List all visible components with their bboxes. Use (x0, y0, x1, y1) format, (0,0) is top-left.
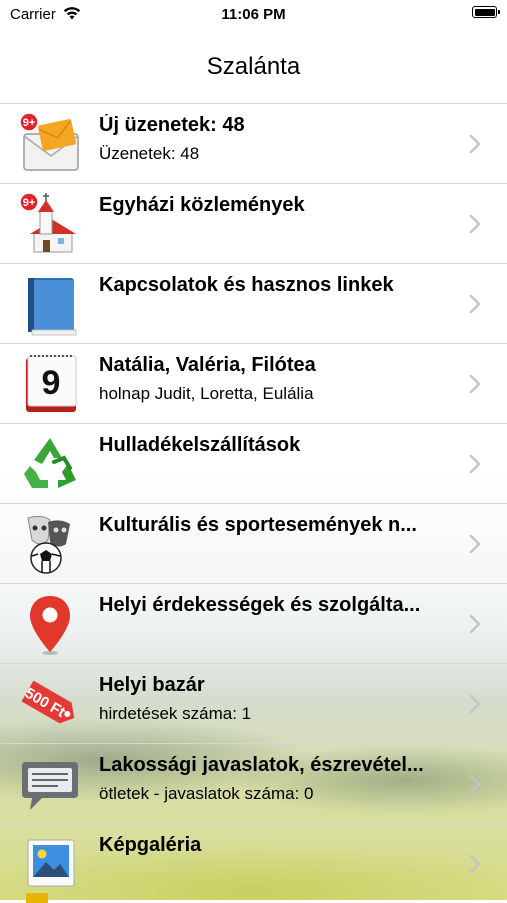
status-bar: Carrier 11:06 PM (0, 0, 507, 30)
list-item-title: Kulturális és sportesemények n... (99, 514, 417, 536)
list-item-subtitle: Üzenetek: 48 (99, 144, 200, 163)
price-tag-icon: 500 Ft (18, 672, 82, 736)
list-item-title: Helyi bazár (99, 674, 205, 696)
list-item-title: Hulladékelszállítások (99, 434, 301, 456)
recycle-icon (18, 432, 82, 496)
speech-bubble-icon (18, 752, 82, 816)
chevron-right-icon (469, 614, 481, 634)
chevron-right-icon (469, 854, 481, 874)
badge-count: 9+ (23, 197, 36, 209)
list-item-church-news[interactable]: 9+ Egyházi közlemények (0, 183, 507, 263)
list-item-title: Új üzenetek: 48 (99, 114, 245, 136)
chevron-right-icon (469, 214, 481, 234)
list-item-subtitle: hirdetések száma: 1 (99, 704, 252, 723)
calendar-day: 9 (42, 364, 61, 402)
list-item-culture-sport-events[interactable]: Kulturális és sportesemények n... (0, 503, 507, 583)
list-item-photo-gallery[interactable]: Képgaléria (0, 823, 507, 903)
mail-envelope-icon: 9+ (18, 112, 82, 176)
list-item-title: Képgaléria (99, 834, 202, 856)
chevron-right-icon (469, 534, 481, 554)
list-item-messages[interactable]: 9+ Új üzenetek: 48 Üzenetek: 48 (0, 103, 507, 183)
address-book-icon (18, 272, 82, 336)
list-item-subtitle: holnap Judit, Loretta, Eulália (99, 384, 314, 403)
chevron-right-icon (469, 374, 481, 394)
list-item-title: Kapcsolatok és hasznos linkek (99, 274, 394, 296)
list-item-contacts[interactable]: Kapcsolatok és hasznos linkek (0, 263, 507, 343)
list-item-title: Lakossági javaslatok, észrevétel... (99, 754, 424, 776)
calendar-icon: 9 (18, 352, 82, 416)
chevron-right-icon (469, 774, 481, 794)
menu-list: 9+ Új üzenetek: 48 Üzenetek: 48 9+ Egyhá… (0, 103, 507, 903)
list-item-title: Egyházi közlemények (99, 194, 305, 216)
chevron-right-icon (469, 694, 481, 714)
list-item-title: Helyi érdekességek és szolgálta... (99, 594, 421, 616)
list-item-name-days[interactable]: 9 Natália, Valéria, Filótea holnap Judit… (0, 343, 507, 423)
list-item-waste-collection[interactable]: Hulladékelszállítások (0, 423, 507, 503)
culture-sport-icon (18, 512, 82, 576)
photo-gallery-icon (18, 832, 82, 896)
list-item-local-points-of-interest[interactable]: Helyi érdekességek és szolgálta... (0, 583, 507, 663)
chevron-right-icon (469, 454, 481, 474)
list-item-subtitle: ötletek - javaslatok száma: 0 (99, 784, 314, 803)
list-item-resident-suggestions[interactable]: Lakossági javaslatok, észrevétel... ötle… (0, 743, 507, 823)
page-title: Szalánta (206, 53, 301, 80)
next-row-partial-icon (26, 893, 48, 903)
list-item-local-bazaar[interactable]: 500 Ft Helyi bazár hirdetések száma: 1 (0, 663, 507, 743)
battery-icon (472, 6, 500, 18)
chevron-right-icon (469, 134, 481, 154)
badge-count: 9+ (23, 117, 36, 129)
list-item-title: Natália, Valéria, Filótea (99, 354, 316, 376)
church-icon: 9+ (18, 192, 82, 256)
chevron-right-icon (469, 294, 481, 314)
clock: 11:06 PM (221, 6, 286, 23)
map-pin-icon (18, 592, 82, 656)
